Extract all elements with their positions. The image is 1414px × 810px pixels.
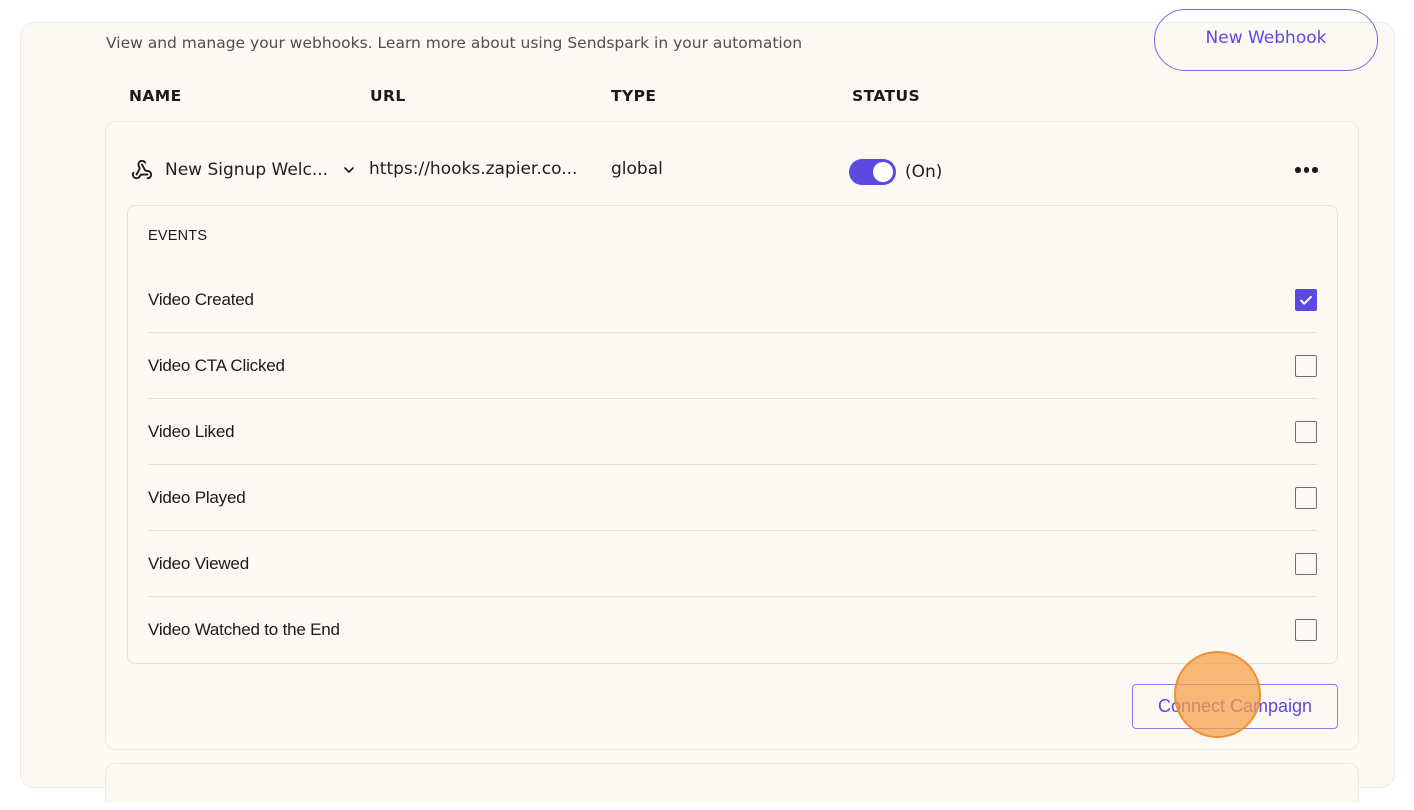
webhook-url: https://hooks.zapier.co...: [369, 159, 578, 179]
chevron-down-icon[interactable]: [342, 163, 356, 177]
event-label: Video Played: [148, 487, 246, 507]
event-checkbox[interactable]: [1295, 619, 1317, 641]
more-horizontal-icon[interactable]: [1295, 166, 1319, 174]
event-row: Video Viewed: [148, 531, 1317, 597]
column-header-type: TYPE: [611, 87, 657, 105]
webhook-icon: [131, 159, 153, 181]
column-header-url: URL: [370, 87, 406, 105]
webhook-card: New Signup Welc... https://hooks.zapier.…: [105, 121, 1359, 750]
status-toggle[interactable]: [849, 159, 896, 185]
column-header-name: NAME: [129, 87, 182, 105]
webhook-type: global: [611, 159, 663, 179]
events-heading: EVENTS: [148, 228, 208, 244]
event-checkbox[interactable]: [1295, 486, 1317, 509]
event-row: Video Created: [148, 267, 1317, 333]
page-subtitle: View and manage your webhooks. Learn mor…: [106, 34, 803, 52]
event-checkbox[interactable]: [1295, 552, 1317, 575]
column-header-status: STATUS: [852, 87, 921, 105]
event-label: Video Created: [148, 289, 254, 309]
connect-campaign-button[interactable]: Connect Campaign: [1132, 684, 1338, 729]
event-row: Video CTA Clicked: [148, 333, 1317, 399]
webhook-name: New Signup Welc...: [165, 160, 329, 180]
next-webhook-card: [105, 763, 1359, 803]
webhook-name-cell[interactable]: New Signup Welc...: [131, 159, 356, 181]
event-row: Video Liked: [148, 399, 1317, 465]
event-label: Video Watched to the End: [148, 620, 340, 639]
event-checkbox-checked[interactable]: [1295, 288, 1317, 311]
events-panel: EVENTS Video Created Video CTA Clicked V…: [127, 205, 1338, 664]
event-row: Video Watched to the End: [148, 597, 1317, 663]
event-checkbox[interactable]: [1295, 354, 1317, 377]
event-row: Video Played: [148, 465, 1317, 531]
webhooks-panel: New Webhook View and manage your webhook…: [20, 9, 1395, 803]
new-webhook-button[interactable]: New Webhook: [1154, 9, 1378, 71]
event-label: Video Viewed: [148, 553, 249, 573]
toggle-knob: [873, 162, 893, 182]
webhook-status-cell: (On): [849, 159, 942, 185]
event-checkbox[interactable]: [1295, 420, 1317, 443]
status-label: (On): [905, 162, 943, 182]
event-label: Video CTA Clicked: [148, 355, 285, 375]
checkmark-icon: [1300, 295, 1312, 305]
event-label: Video Liked: [148, 421, 235, 441]
